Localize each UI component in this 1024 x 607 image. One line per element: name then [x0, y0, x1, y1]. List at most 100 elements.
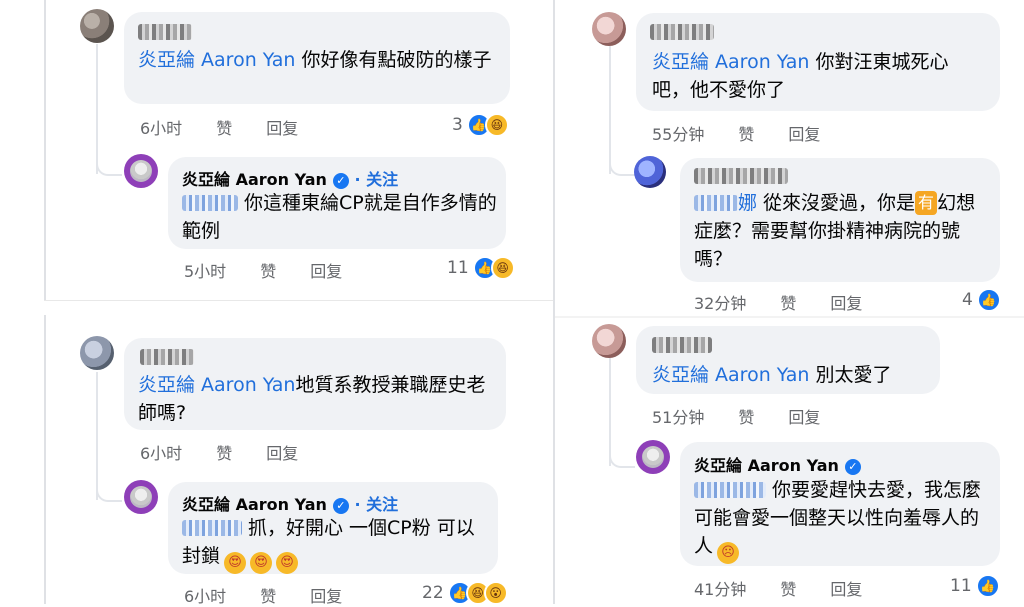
panel-separator [44, 300, 553, 315]
reply-connector [609, 442, 635, 468]
reply-text: 抓，好開心 一個CP粉 可以封鎖 😍 😍 😍 [182, 514, 488, 574]
comment-meta: 6小时 赞 回复 [140, 115, 332, 139]
verified-badge-icon: ✓ [844, 459, 861, 475]
comment-text: 炎亞綸 Aaron Yan 你好像有點破防的樣子 [138, 49, 492, 71]
timestamp[interactable]: 6小时 [140, 444, 182, 463]
reaction-summary[interactable]: 11 👍 [950, 574, 1000, 598]
timestamp[interactable]: 6小时 [140, 119, 182, 138]
avatar[interactable] [80, 336, 114, 370]
blurred-author-name[interactable] [652, 337, 712, 353]
reply-connector [609, 150, 635, 176]
reaction-summary[interactable]: 3 👍 😆 [452, 113, 509, 137]
blurred-mention [694, 482, 766, 498]
reply-connector [96, 150, 122, 176]
author-name[interactable]: 炎亞綸 Aaron Yan [182, 170, 327, 189]
reply-button[interactable]: 回复 [788, 408, 820, 427]
reply-meta: 5小时 赞 回复 [184, 258, 376, 282]
reply-text: 你要愛趕快去愛，我怎麼可能會愛一個整天以性向羞辱人的人 ☹ [694, 476, 986, 564]
author-name[interactable]: 炎亞綸 Aaron Yan [694, 456, 839, 475]
timestamp[interactable]: 41分钟 [694, 580, 746, 599]
reply-button[interactable]: 回复 [266, 444, 298, 463]
heart-eyes-emoji-icon: 😍 [224, 552, 247, 574]
like-icon: 👍 [976, 288, 1001, 312]
reply-meta: 41分钟 赞 回复 [694, 576, 896, 600]
like-button[interactable]: 赞 [216, 119, 232, 138]
reaction-count: 4 [962, 290, 973, 310]
mention-link[interactable]: 炎亞綸 Aaron Yan [138, 49, 295, 71]
like-icon: 👍 [975, 574, 1000, 598]
mention-link[interactable]: 娜 [738, 192, 757, 214]
reply-button[interactable]: 回复 [830, 294, 862, 313]
timestamp[interactable]: 6小时 [184, 587, 226, 606]
comment-meta: 51分钟 赞 回复 [652, 404, 854, 428]
haha-icon: 😆 [484, 113, 509, 137]
blurred-mention [182, 195, 238, 211]
wow-icon: 😮 [483, 581, 508, 605]
blurred-author-name[interactable] [650, 24, 714, 40]
reply-author-line: 炎亞綸 Aaron Yan ✓ · 关注 [182, 491, 398, 515]
reply-button[interactable]: 回复 [310, 262, 342, 281]
timestamp[interactable]: 51分钟 [652, 408, 704, 427]
timestamp[interactable]: 32分钟 [694, 294, 746, 313]
panel-separator-right [555, 316, 1024, 318]
reaction-count: 22 [422, 583, 444, 603]
avatar-aaron-yan[interactable] [124, 154, 158, 188]
avatar[interactable] [592, 324, 626, 358]
avatar-aaron-yan[interactable] [636, 440, 670, 474]
reaction-count: 11 [447, 258, 469, 278]
blurred-mention [182, 520, 242, 536]
reply-text: 娜 從來沒愛過，你是有幻想症麼？需要幫你掛精神病院的號嗎？ [694, 191, 976, 270]
reply-text: 你這種東綸CP就是自作多情的範例 [182, 192, 497, 242]
unamused-emoji-icon: ☹ [717, 542, 740, 564]
like-button[interactable]: 赞 [216, 444, 232, 463]
haha-icon: 😆 [490, 256, 515, 280]
reply-button[interactable]: 回复 [788, 125, 820, 144]
reaction-count: 3 [452, 115, 463, 135]
mention-link[interactable]: 炎亞綸 Aaron Yan [138, 374, 295, 396]
mention-link[interactable]: 炎亞綸 Aaron Yan [652, 51, 809, 73]
blurred-author-name[interactable] [138, 24, 192, 40]
heart-eyes-emoji-icon: 😍 [250, 552, 273, 574]
reaction-summary[interactable]: 22 👍 😆 😮 [422, 581, 508, 605]
verified-badge-icon: ✓ [332, 173, 349, 189]
like-button[interactable]: 赞 [738, 408, 754, 427]
blurred-mention [694, 195, 738, 211]
like-button[interactable]: 赞 [260, 262, 276, 281]
reply-author-line: 炎亞綸 Aaron Yan ✓ [694, 452, 861, 476]
reply-button[interactable]: 回复 [310, 587, 342, 606]
heart-eyes-emoji-icon: 😍 [276, 552, 299, 574]
like-button[interactable]: 赞 [260, 587, 276, 606]
reply-author-line: 炎亞綸 Aaron Yan ✓ · 关注 [182, 166, 398, 190]
reaction-summary[interactable]: 4 👍 [962, 288, 1001, 312]
mention-link[interactable]: 炎亞綸 Aaron Yan [652, 364, 809, 386]
follow-link[interactable]: · 关注 [354, 495, 398, 514]
timestamp[interactable]: 55分钟 [652, 125, 704, 144]
reply-meta: 32分钟 赞 回复 [694, 290, 896, 314]
verified-badge-icon: ✓ [332, 498, 349, 514]
avatar[interactable] [592, 12, 626, 46]
reply-meta: 6小时 赞 回复 [184, 583, 376, 607]
comment-meta: 55分钟 赞 回复 [652, 121, 854, 145]
comment-text: 炎亞綸 Aaron Yan 別太愛了 [652, 364, 892, 386]
follow-link[interactable]: · 关注 [354, 170, 398, 189]
comment-text: 炎亞綸 Aaron Yan地質系教授兼職歷史老師嗎? [138, 374, 486, 424]
avatar[interactable] [80, 9, 114, 43]
blurred-author-name[interactable] [694, 168, 788, 184]
author-name[interactable]: 炎亞綸 Aaron Yan [182, 495, 327, 514]
like-button[interactable]: 赞 [738, 125, 754, 144]
like-button[interactable]: 赞 [780, 294, 796, 313]
blurred-author-name[interactable] [140, 349, 194, 365]
comment-meta: 6小时 赞 回复 [140, 440, 332, 464]
reply-connector [96, 476, 122, 502]
emoji-box-icon: 有 [915, 191, 938, 215]
avatar-aaron-yan[interactable] [124, 480, 158, 514]
like-button[interactable]: 赞 [780, 580, 796, 599]
panel-divider-right [553, 0, 555, 604]
reply-button[interactable]: 回复 [830, 580, 862, 599]
reaction-count: 11 [950, 576, 972, 596]
reply-button[interactable]: 回复 [266, 119, 298, 138]
reaction-summary[interactable]: 11 👍 😆 [447, 256, 515, 280]
avatar[interactable] [634, 156, 666, 188]
timestamp[interactable]: 5小时 [184, 262, 226, 281]
comment-text: 炎亞綸 Aaron Yan 你對汪東城死心吧，他不愛你了 [652, 51, 949, 101]
